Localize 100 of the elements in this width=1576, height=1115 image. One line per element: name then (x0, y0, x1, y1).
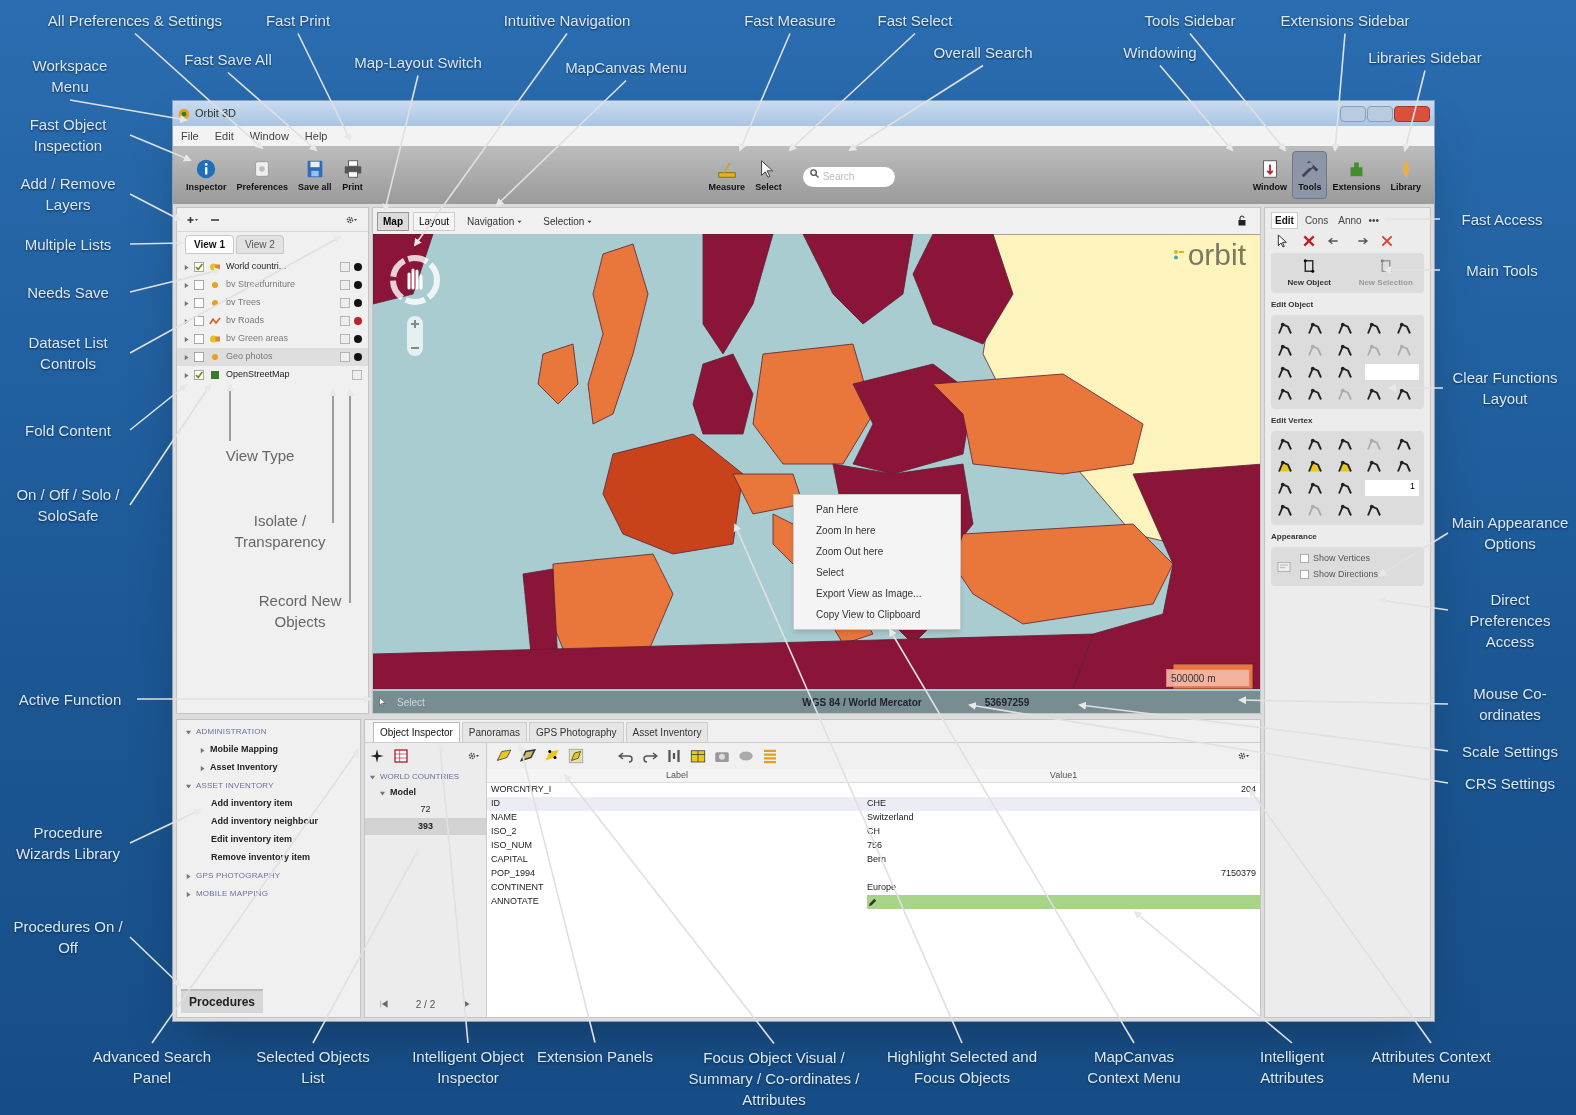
checkbox[interactable] (1300, 554, 1309, 564)
clear-icon[interactable] (1379, 233, 1395, 249)
expand-arrow-icon[interactable] (183, 371, 190, 379)
menu-item[interactable]: Pan Here (794, 499, 960, 520)
list-tab[interactable]: View 2 (235, 235, 284, 254)
layer-row[interactable]: OpenStreetMap (177, 366, 368, 384)
tree-node[interactable]: Asset Inventory (185, 760, 352, 776)
menu-item[interactable]: Help (304, 127, 328, 145)
tree-node[interactable]: Remove inventory item (185, 850, 352, 866)
visibility-checkbox[interactable] (194, 298, 204, 308)
expand-arrow-icon[interactable] (185, 872, 192, 880)
more-button[interactable]: ••• (1368, 213, 1380, 228)
panel-tab[interactable]: Object Inspector (373, 722, 460, 742)
isolate-checkbox[interactable] (340, 334, 350, 344)
toolbar-button[interactable]: Window (1247, 151, 1293, 199)
toolbar-button[interactable]: Preferences (231, 151, 294, 199)
layer-row[interactable]: World countri... (177, 258, 368, 276)
tree-node[interactable]: Edit inventory item (185, 832, 352, 848)
expand-arrow-icon[interactable] (185, 782, 192, 790)
visibility-checkbox[interactable] (194, 316, 204, 326)
isolate-checkbox[interactable] (340, 280, 350, 290)
toolbar-button[interactable]: Save all (293, 151, 337, 199)
tree-node[interactable]: GPS PHOTOGRAPHY (185, 868, 352, 884)
toolbar-button[interactable]: Measure (703, 151, 751, 199)
checkbox-option[interactable]: Show Directions (1300, 567, 1379, 581)
toolbar-button[interactable]: Select (750, 151, 787, 199)
panel-tab[interactable]: Asset Inventory (625, 722, 709, 742)
settings-icon[interactable] (1236, 750, 1252, 762)
panel-tab[interactable]: Panoramas (461, 722, 527, 742)
list-tab[interactable]: View 1 (185, 235, 234, 254)
object-list-item[interactable]: 393 (365, 818, 486, 835)
delete-icon[interactable] (1301, 233, 1317, 249)
toolbar-button[interactable]: Extensions (1327, 151, 1386, 199)
layer-row[interactable]: bv Streetfurniture (177, 276, 368, 294)
toolbar-button[interactable]: Print (336, 151, 369, 199)
toolbar-button[interactable]: Tools (1292, 151, 1328, 199)
object-list-item[interactable]: 72 (365, 801, 486, 818)
menu-item[interactable]: Export View as Image... (794, 583, 960, 604)
expand-arrow-icon[interactable] (185, 728, 192, 736)
toolbar-button[interactable]: Inspector (181, 151, 232, 199)
isolate-checkbox[interactable] (340, 298, 350, 308)
expand-arrow-icon[interactable] (183, 263, 190, 271)
sidebar-tab[interactable]: Cons (1301, 213, 1332, 228)
isolate-checkbox[interactable] (340, 316, 350, 326)
expand-arrow-icon[interactable] (183, 353, 190, 361)
menu-item[interactable]: Window (249, 127, 289, 145)
menu-item[interactable]: Select (794, 562, 960, 583)
expand-arrow-icon[interactable] (183, 299, 190, 307)
tree-node[interactable]: Add inventory neighbour (185, 814, 352, 830)
table-icon[interactable] (393, 748, 409, 764)
dropdown-menu[interactable]: Navigation (459, 213, 532, 229)
checkbox[interactable] (1300, 569, 1309, 579)
checkbox-option[interactable]: Show Vertices (1300, 552, 1379, 566)
visibility-checkbox[interactable] (194, 352, 204, 362)
menu-item[interactable]: Edit (214, 127, 234, 145)
sidebar-tab[interactable]: Edit (1271, 212, 1298, 229)
number-field[interactable]: 1 (1365, 480, 1419, 496)
tree-node[interactable]: Mobile Mapping (185, 742, 352, 758)
isolate-checkbox[interactable] (352, 370, 362, 380)
tree-node[interactable]: Add inventory item (185, 796, 352, 812)
tree-node[interactable]: ADMINISTRATION (185, 724, 352, 740)
menu-item[interactable]: File (181, 127, 199, 145)
expand-arrow-icon[interactable] (199, 764, 206, 772)
main-tool-button[interactable]: New Object (1271, 257, 1348, 289)
view-tab[interactable]: Layout (413, 211, 456, 231)
visibility-checkbox[interactable] (194, 370, 204, 380)
menu-item[interactable]: Zoom Out here (794, 541, 960, 562)
scale-label[interactable]: 53697259 (947, 694, 1067, 710)
expand-arrow-icon[interactable] (199, 746, 206, 754)
panel-tab[interactable]: GPS Photography (528, 722, 624, 742)
close-button[interactable] (1394, 105, 1430, 122)
dropdown-menu[interactable]: Selection (535, 213, 602, 229)
annotation-field[interactable] (867, 895, 1260, 909)
layer-row[interactable]: bv Roads (177, 312, 368, 330)
tree-node[interactable]: MOBILE MAPPING (185, 886, 352, 902)
expand-arrow-icon[interactable] (183, 281, 190, 289)
isolate-checkbox[interactable] (340, 262, 350, 272)
first-page-icon[interactable] (378, 999, 389, 1009)
sidebar-tab[interactable]: Anno (1335, 213, 1365, 228)
scale-field[interactable]: 500000 m (1166, 669, 1250, 687)
polygon-table-icon[interactable] (689, 747, 707, 765)
layer-row[interactable]: bv Trees (177, 294, 368, 312)
isolate-checkbox[interactable] (340, 352, 350, 362)
lock-icon[interactable] (1236, 215, 1248, 227)
tree-node[interactable]: ASSET INVENTORY (185, 778, 352, 794)
split-icon[interactable] (665, 747, 683, 765)
toolbar-button[interactable]: Library (1385, 151, 1426, 199)
visibility-checkbox[interactable] (194, 280, 204, 290)
settings-icon[interactable] (466, 750, 482, 762)
expand-arrow-icon[interactable] (185, 890, 192, 898)
visibility-checkbox[interactable] (194, 334, 204, 344)
number-field[interactable] (1365, 364, 1419, 380)
expand-arrow-icon[interactable] (183, 335, 190, 343)
polygon-focus-icon[interactable] (567, 747, 585, 765)
crosshair-icon[interactable] (369, 748, 385, 764)
view-tab[interactable]: Map (377, 211, 409, 231)
procedures-toggle[interactable]: Procedures (181, 989, 264, 1013)
menu-item[interactable]: Copy View to Clipboard (794, 604, 960, 625)
search-field[interactable]: Search (802, 166, 895, 187)
visibility-checkbox[interactable] (194, 262, 204, 272)
